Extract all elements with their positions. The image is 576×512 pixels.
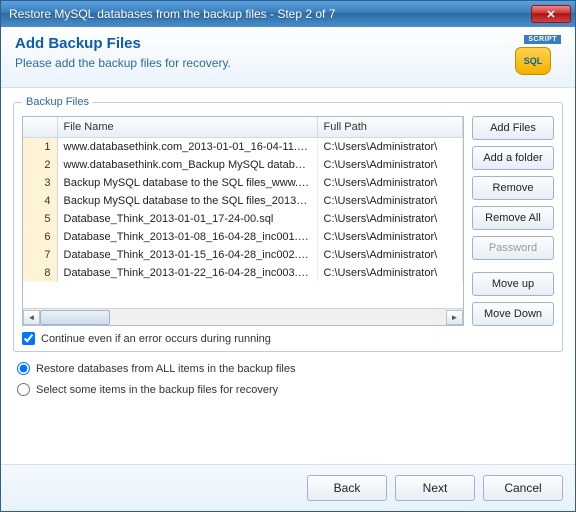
- window-title: Restore MySQL databases from the backup …: [9, 7, 531, 21]
- icon-banner: SCRIPT: [524, 35, 561, 44]
- row-index: 5: [23, 210, 57, 228]
- move-up-button[interactable]: Move up: [472, 272, 554, 296]
- wizard-footer: Back Next Cancel: [1, 464, 575, 511]
- row-filename: Database_Think_2013-01-08_16-04-28_inc00…: [57, 228, 317, 246]
- content-area: Backup Files File Name Full Path: [1, 88, 575, 464]
- scroll-track[interactable]: [40, 310, 446, 325]
- radio-all-row[interactable]: Restore databases from ALL items in the …: [17, 362, 559, 375]
- fieldset-legend: Backup Files: [22, 96, 93, 108]
- table-row[interactable]: 1www.databasethink.com_2013-01-01_16-04-…: [23, 138, 463, 156]
- radio-some-row[interactable]: Select some items in the backup files fo…: [17, 383, 559, 396]
- password-button: Password: [472, 236, 554, 260]
- remove-all-button[interactable]: Remove All: [472, 206, 554, 230]
- row-fullpath: C:\Users\Administrator\: [317, 210, 463, 228]
- radio-select-some-label: Select some items in the backup files fo…: [36, 384, 278, 396]
- scroll-thumb[interactable]: [40, 310, 110, 325]
- close-button[interactable]: ✕: [531, 5, 571, 23]
- radio-restore-all-label: Restore databases from ALL items in the …: [36, 363, 295, 375]
- row-fullpath: C:\Users\Administrator\: [317, 192, 463, 210]
- col-fullpath-header[interactable]: Full Path: [317, 117, 463, 137]
- cancel-button[interactable]: Cancel: [483, 475, 563, 501]
- sql-script-icon: SCRIPT SQL: [507, 35, 561, 81]
- table-row[interactable]: 4Backup MySQL database to the SQL files_…: [23, 192, 463, 210]
- row-fullpath: C:\Users\Administrator\: [317, 174, 463, 192]
- move-down-button[interactable]: Move Down: [472, 302, 554, 326]
- row-filename: Backup MySQL database to the SQL files_w…: [57, 174, 317, 192]
- row-index: 6: [23, 228, 57, 246]
- backup-files-fieldset: Backup Files File Name Full Path: [13, 96, 563, 352]
- row-filename: Database_Think_2013-01-22_16-04-28_inc00…: [57, 264, 317, 282]
- col-filename-header[interactable]: File Name: [57, 117, 317, 137]
- add-files-button[interactable]: Add Files: [472, 116, 554, 140]
- restore-mode-radios: Restore databases from ALL items in the …: [13, 352, 563, 404]
- page-subtext: Please add the backup files for recovery…: [15, 56, 507, 70]
- back-button[interactable]: Back: [307, 475, 387, 501]
- table-row[interactable]: 7Database_Think_2013-01-15_16-04-28_inc0…: [23, 246, 463, 264]
- row-fullpath: C:\Users\Administrator\: [317, 246, 463, 264]
- row-filename: www.databasethink.com_2013-01-01_16-04-1…: [57, 138, 317, 156]
- table-row[interactable]: 2www.databasethink.com_Backup MySQL data…: [23, 156, 463, 174]
- row-filename: Database_Think_2013-01-15_16-04-28_inc00…: [57, 246, 317, 264]
- row-index: 4: [23, 192, 57, 210]
- row-index: 2: [23, 156, 57, 174]
- page-heading: Add Backup Files: [15, 35, 507, 52]
- titlebar[interactable]: Restore MySQL databases from the backup …: [1, 1, 575, 27]
- table-row[interactable]: 3Backup MySQL database to the SQL files_…: [23, 174, 463, 192]
- row-fullpath: C:\Users\Administrator\: [317, 228, 463, 246]
- scroll-left-button[interactable]: ◄: [23, 310, 40, 325]
- row-index: 8: [23, 264, 57, 282]
- side-buttons: Add Files Add a folder Remove Remove All…: [472, 116, 554, 326]
- col-index-header[interactable]: [23, 117, 57, 137]
- scroll-right-button[interactable]: ►: [446, 310, 463, 325]
- row-fullpath: C:\Users\Administrator\: [317, 264, 463, 282]
- row-index: 7: [23, 246, 57, 264]
- add-folder-button[interactable]: Add a folder: [472, 146, 554, 170]
- icon-cylinder: SQL: [515, 47, 551, 75]
- row-filename: Database_Think_2013-01-01_17-24-00.sql: [57, 210, 317, 228]
- continue-on-error-checkbox[interactable]: [22, 332, 35, 345]
- files-table-container: File Name Full Path 1www.databasethink.c…: [22, 116, 464, 326]
- table-row[interactable]: 8Database_Think_2013-01-22_16-04-28_inc0…: [23, 264, 463, 282]
- radio-select-some[interactable]: [17, 383, 30, 396]
- row-index: 3: [23, 174, 57, 192]
- row-index: 1: [23, 138, 57, 156]
- row-fullpath: C:\Users\Administrator\: [317, 156, 463, 174]
- continue-on-error-label: Continue even if an error occurs during …: [41, 333, 271, 345]
- radio-restore-all[interactable]: [17, 362, 30, 375]
- next-button[interactable]: Next: [395, 475, 475, 501]
- row-filename: www.databasethink.com_Backup MySQL datab…: [57, 156, 317, 174]
- horizontal-scrollbar[interactable]: ◄ ►: [23, 308, 463, 325]
- wizard-window: Restore MySQL databases from the backup …: [0, 0, 576, 512]
- files-table: File Name Full Path: [23, 117, 463, 138]
- row-filename: Backup MySQL database to the SQL files_2…: [57, 192, 317, 210]
- remove-button[interactable]: Remove: [472, 176, 554, 200]
- table-row[interactable]: 5Database_Think_2013-01-01_17-24-00.sqlC…: [23, 210, 463, 228]
- table-row[interactable]: 6Database_Think_2013-01-08_16-04-28_inc0…: [23, 228, 463, 246]
- row-fullpath: C:\Users\Administrator\: [317, 138, 463, 156]
- wizard-header: Add Backup Files Please add the backup f…: [1, 27, 575, 88]
